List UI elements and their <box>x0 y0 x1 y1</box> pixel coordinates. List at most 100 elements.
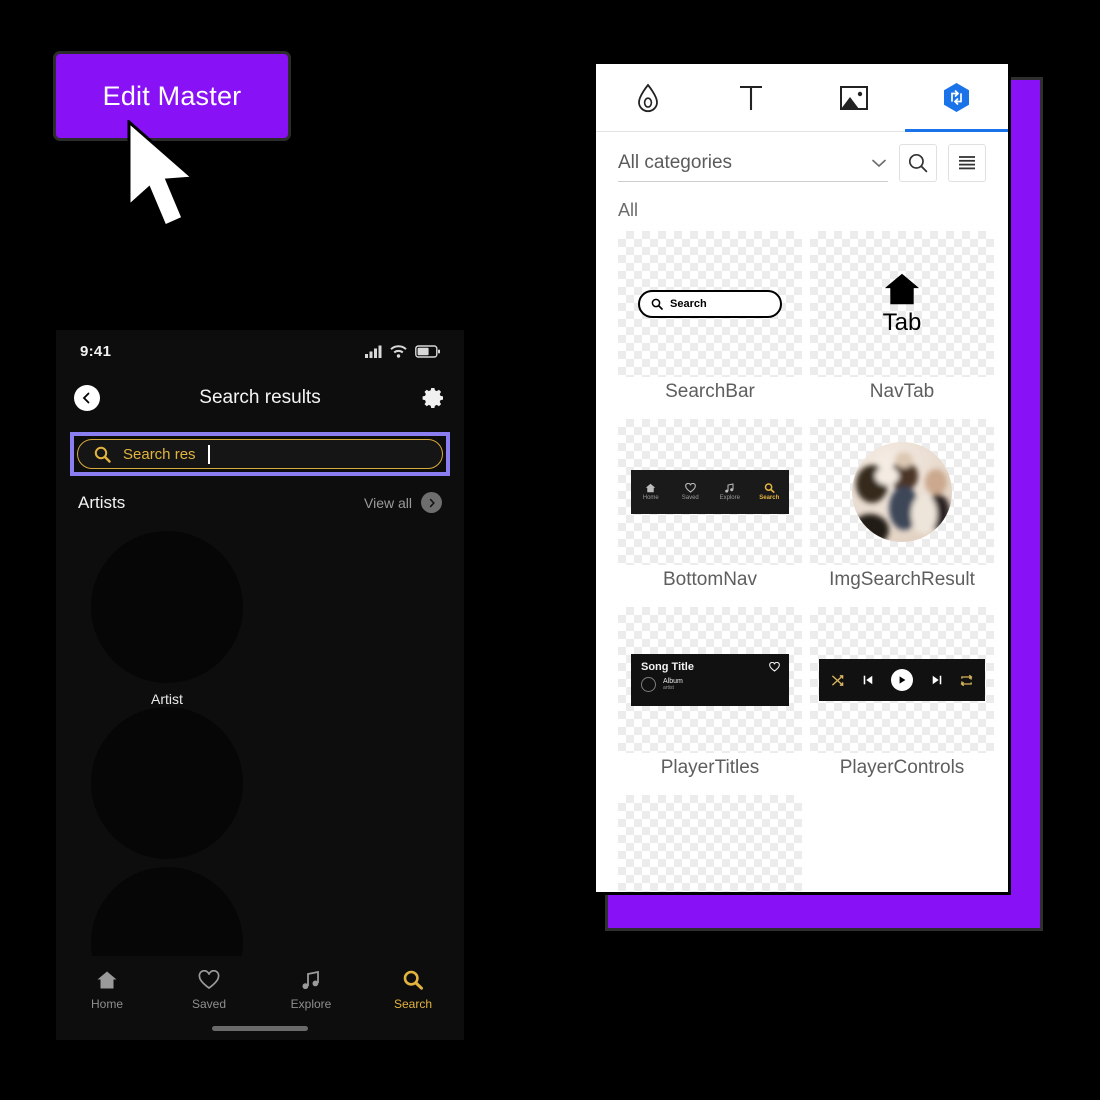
navtab-preview: Tab <box>882 271 922 337</box>
nav-item-search[interactable]: Search <box>362 970 464 1011</box>
home-icon <box>884 273 920 305</box>
cellular-signal-icon <box>365 345 382 358</box>
search-icon <box>403 970 423 990</box>
component-card-bottomnav[interactable]: Home Saved Explore Search BottomNav <box>618 419 802 601</box>
component-label: NavTab <box>869 381 935 402</box>
panel-list-view-button[interactable] <box>948 144 986 182</box>
component-thumbnail <box>810 607 994 753</box>
tab-image[interactable] <box>802 64 905 131</box>
component-card-searchbar[interactable]: Search SearchBar <box>618 231 802 413</box>
bottomnav-preview: Home Saved Explore Search <box>631 470 789 514</box>
panel-search-button[interactable] <box>899 144 937 182</box>
shuffle-icon <box>831 674 844 686</box>
battery-icon <box>415 344 440 358</box>
image-icon <box>839 85 868 110</box>
back-button[interactable] <box>74 385 100 411</box>
avatar <box>91 531 243 683</box>
play-button <box>891 669 913 691</box>
previous-icon <box>863 675 872 685</box>
component-label: BottomNav <box>663 569 757 590</box>
component-thumbnail <box>810 419 994 565</box>
assets-panel: All categories All Search SearchBar Tab … <box>596 64 1008 892</box>
text-t-icon <box>739 85 762 110</box>
mouse-cursor-icon <box>127 120 197 228</box>
nav-label: Saved <box>191 997 227 1011</box>
nav-label: Explore <box>290 997 332 1011</box>
chevron-left-icon <box>82 392 90 404</box>
component-label: PlayerControls <box>839 757 965 778</box>
home-icon <box>646 483 656 493</box>
searchbar-placeholder: Search <box>670 298 707 310</box>
status-time: 9:41 <box>80 342 112 360</box>
component-card-playertitles[interactable]: Song Title Album artist PlayerTitles <box>618 607 802 789</box>
search-icon <box>651 298 663 310</box>
artist-name: Artist <box>151 691 183 707</box>
nav-label: Search <box>759 495 780 501</box>
component-card-empty[interactable] <box>618 795 802 892</box>
home-indicator <box>212 1026 308 1031</box>
text-caret <box>207 444 210 464</box>
gear-icon[interactable] <box>422 386 446 410</box>
song-title: Song Title <box>641 661 694 673</box>
play-icon <box>899 676 906 684</box>
hamburger-list-icon <box>959 156 975 170</box>
home-icon <box>97 971 117 989</box>
component-card-imgsearchresult[interactable]: ImgSearchResult <box>810 419 994 601</box>
component-label: SearchBar <box>665 381 755 402</box>
nav-label: Home <box>90 997 123 1011</box>
navtab-label: Tab <box>882 309 922 336</box>
component-thumbnail: Home Saved Explore Search <box>618 419 802 565</box>
panel-search-row: All categories <box>596 132 1008 194</box>
artists-section-header: Artists View all <box>56 476 464 513</box>
artist-card[interactable] <box>74 707 260 867</box>
category-select[interactable]: All categories <box>618 144 888 182</box>
edit-master-label: Edit Master <box>102 80 242 111</box>
album-name: Album <box>663 678 683 685</box>
tab-components[interactable] <box>905 64 1008 132</box>
view-all-button[interactable]: View all <box>364 492 442 513</box>
nav-label: Search <box>393 997 433 1011</box>
panel-tabs <box>596 64 1008 132</box>
component-swap-hexagon-icon <box>944 83 969 112</box>
component-label: PlayerTitles <box>660 757 760 778</box>
artist-card[interactable]: Artist <box>74 531 260 707</box>
edit-master-tooltip: Edit Master <box>56 54 288 228</box>
chevron-right-icon <box>421 492 442 513</box>
tab-color[interactable] <box>596 64 699 131</box>
artist-name: artist <box>663 685 674 691</box>
nav-item-home: Home <box>631 483 671 501</box>
tab-text[interactable] <box>699 64 802 131</box>
search-input-selection-frame[interactable]: Search res <box>70 432 450 476</box>
search-input-value: Search res <box>123 445 196 463</box>
playercontrols-preview <box>819 659 985 701</box>
repeat-icon <box>960 674 973 686</box>
status-bar: 9:41 <box>56 330 464 372</box>
component-label: ImgSearchResult <box>829 569 975 590</box>
nav-item-search: Search <box>750 483 790 501</box>
search-icon <box>764 483 775 493</box>
next-icon <box>932 675 941 685</box>
wifi-icon <box>390 344 407 358</box>
avatar <box>852 442 952 542</box>
nav-label: Explore <box>719 495 740 501</box>
nav-item-explore: Explore <box>710 483 750 501</box>
nav-item-saved[interactable]: Saved <box>158 970 260 1011</box>
music-note-icon <box>302 970 319 990</box>
search-icon <box>908 153 928 173</box>
phone-preview: 9:41 Search results Search res Artists V… <box>56 330 464 1040</box>
nav-item-saved: Saved <box>671 483 711 501</box>
component-thumbnail <box>618 795 802 892</box>
component-card-navtab[interactable]: Tab NavTab <box>810 231 994 413</box>
heart-icon <box>198 970 220 990</box>
avatar <box>91 707 243 859</box>
chevron-down-icon <box>872 159 886 167</box>
nav-label: Saved <box>681 495 699 501</box>
droplet-icon <box>637 83 658 112</box>
music-note-icon <box>725 483 734 493</box>
component-card-playercontrols[interactable]: PlayerControls <box>810 607 994 789</box>
nav-item-explore[interactable]: Explore <box>260 970 362 1011</box>
phone-header: Search results <box>56 372 464 424</box>
nav-item-home[interactable]: Home <box>56 970 158 1011</box>
search-input[interactable]: Search res <box>77 439 443 469</box>
playertitles-preview: Song Title Album artist <box>631 654 789 706</box>
